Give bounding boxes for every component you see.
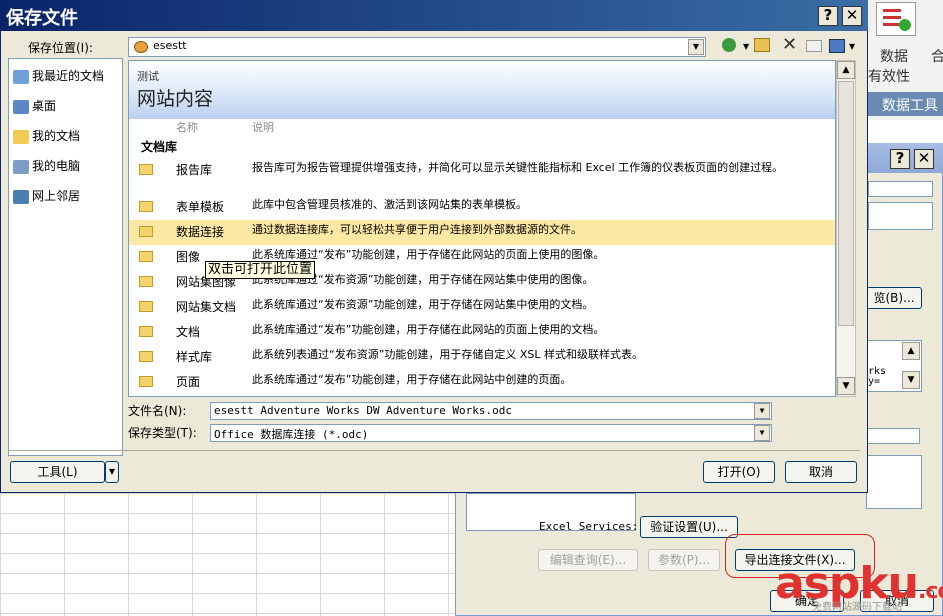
scroll-down-arrow-icon[interactable]: ▼ bbox=[902, 371, 920, 389]
place-network[interactable]: 网上邻居 bbox=[13, 185, 121, 207]
report-library-icon bbox=[139, 164, 153, 175]
open-button[interactable]: 打开(O) bbox=[703, 461, 775, 483]
folder-icon bbox=[139, 376, 153, 387]
close-icon[interactable]: ✕ bbox=[914, 149, 934, 169]
folder-icon bbox=[139, 276, 153, 287]
column-header-name[interactable]: 名称 bbox=[176, 119, 198, 135]
dialog-title: 保存文件 bbox=[6, 8, 78, 29]
place-my-documents[interactable]: 我的文档 bbox=[13, 125, 121, 147]
views-icon[interactable] bbox=[829, 39, 845, 53]
tools-button[interactable]: 工具(L) bbox=[10, 461, 105, 483]
edit-query-button[interactable]: 编辑查询(E)... bbox=[538, 549, 638, 571]
filetype-select[interactable]: Office 数据库连接 (*.odc) ▼ bbox=[210, 424, 772, 442]
site-icon bbox=[134, 41, 148, 53]
delete-icon[interactable]: ✕ bbox=[782, 34, 797, 55]
command-type-select[interactable] bbox=[866, 428, 920, 444]
new-folder-icon[interactable] bbox=[806, 40, 822, 52]
browse-button[interactable]: 览(B)... bbox=[866, 287, 922, 309]
list-item[interactable]: 报告库 报告库可为报告管理提供增强支持，并简化可以显示关键性能指标和 Excel… bbox=[129, 158, 835, 194]
my-documents-icon bbox=[13, 129, 29, 144]
tools-dropdown-icon[interactable]: ▼ bbox=[105, 461, 119, 483]
my-computer-icon bbox=[13, 159, 29, 174]
ribbon-group-data-tools: 数据工具 bbox=[868, 92, 943, 116]
list-item[interactable]: 页面 此系统库通过“发布”功能创建，用于存储在此网站中创建的页面。 bbox=[129, 370, 835, 395]
chevron-down-icon[interactable]: ▼ bbox=[688, 39, 704, 55]
command-text-field[interactable] bbox=[866, 455, 922, 509]
ribbon-validation-label[interactable]: 有效性 bbox=[868, 66, 910, 86]
recent-docs-icon bbox=[13, 69, 29, 84]
excel-services-label: Excel Services: bbox=[539, 520, 639, 533]
list-item[interactable]: 网站集文档 此系统库通过“发布资源”功能创建，用于存储在网站集中使用的文档。 bbox=[129, 295, 835, 320]
spreadsheet-grid[interactable] bbox=[0, 493, 520, 616]
close-icon[interactable]: ✕ bbox=[842, 6, 862, 26]
file-list-view[interactable]: 测试 网站内容 名称 说明 文档库 报告库 报告库可为报告管理提供增强支持，并简… bbox=[128, 60, 836, 397]
filename-input[interactable]: esestt Adventure Works DW Adventure Work… bbox=[210, 402, 772, 420]
list-item-selected[interactable]: 数据连接 通过数据连接库，可以轻松共享便于用户连接到外部数据源的文件。 bbox=[129, 220, 835, 245]
up-folder-icon[interactable] bbox=[754, 38, 770, 52]
filetype-value: Office 数据库连接 (*.odc) bbox=[214, 428, 369, 441]
filename-label: 文件名(N): bbox=[128, 404, 187, 418]
list-item[interactable]: 文档 此系统库通过“发布”功能创建，用于存储在此网站的页面上使用的文档。 bbox=[129, 320, 835, 345]
folder-icon bbox=[139, 301, 153, 312]
save-in-label: 保存位置(I): bbox=[28, 41, 93, 55]
place-my-computer[interactable]: 我的电脑 bbox=[13, 155, 121, 177]
places-bar: 我最近的文档 桌面 我的文档 我的电脑 网上邻居 bbox=[8, 58, 123, 456]
column-header-description[interactable]: 说明 bbox=[252, 119, 274, 135]
desktop-icon bbox=[13, 99, 29, 114]
tooltip: 双击可打开此位置 bbox=[205, 261, 316, 279]
group-header: 文档库 bbox=[141, 140, 178, 154]
scroll-up-arrow-icon[interactable]: ▲ bbox=[902, 342, 920, 360]
save-in-value: esestt bbox=[153, 39, 187, 52]
save-dialog-titlebar bbox=[0, 0, 868, 31]
help-icon[interactable]: ? bbox=[818, 6, 838, 26]
network-places-icon bbox=[13, 189, 29, 204]
cancel-button[interactable]: 取消 bbox=[785, 461, 857, 483]
scroll-up-arrow-icon[interactable]: ▲ bbox=[837, 61, 855, 79]
site-subtitle: 测试 bbox=[137, 70, 159, 83]
help-icon[interactable]: ? bbox=[890, 149, 910, 169]
divider bbox=[8, 450, 860, 451]
folder-icon bbox=[139, 201, 153, 212]
scrollbar-thumb[interactable] bbox=[838, 81, 854, 326]
connection-description-field[interactable] bbox=[868, 202, 933, 230]
folder-icon bbox=[139, 226, 153, 237]
views-dropdown-icon[interactable]: ▼ bbox=[849, 42, 855, 51]
place-desktop[interactable]: 桌面 bbox=[13, 95, 121, 117]
filename-value: esestt Adventure Works DW Adventure Work… bbox=[214, 404, 513, 417]
folder-icon bbox=[139, 251, 153, 262]
place-recent[interactable]: 我最近的文档 bbox=[13, 65, 121, 87]
scroll-down-arrow-icon[interactable]: ▼ bbox=[837, 377, 855, 395]
back-dropdown-icon[interactable]: ▼ bbox=[743, 42, 749, 51]
authentication-settings-button[interactable]: 验证设置(U)... bbox=[640, 516, 738, 538]
ribbon-data-label[interactable]: 数据 bbox=[880, 46, 908, 66]
site-banner bbox=[129, 61, 835, 119]
chevron-down-icon[interactable]: ▼ bbox=[754, 403, 770, 419]
folder-icon bbox=[139, 326, 153, 337]
site-title: 网站内容 bbox=[137, 88, 214, 110]
filetype-label: 保存类型(T): bbox=[128, 426, 197, 440]
back-icon[interactable] bbox=[722, 38, 736, 52]
list-item[interactable]: 表单模板 此库中包含管理员核准的、激活到该网站集的表单模板。 bbox=[129, 195, 835, 220]
list-item[interactable]: 样式库 此系统列表通过“发布资源”功能创建，用于存储自定义 XSL 样式和级联样… bbox=[129, 345, 835, 370]
parameters-button[interactable]: 参数(P)... bbox=[648, 549, 720, 571]
list-scrollbar[interactable]: ▲ ▼ bbox=[836, 60, 856, 397]
connection-string-snippet: y= bbox=[868, 376, 881, 387]
connection-name-field[interactable] bbox=[868, 181, 933, 197]
save-in-select[interactable]: esestt ▼ bbox=[128, 37, 706, 57]
watermark-slogan: 免费网站源码下载站 bbox=[812, 602, 902, 613]
ribbon-merge-label[interactable]: 合 bbox=[931, 46, 943, 66]
chevron-down-icon[interactable]: ▼ bbox=[754, 425, 770, 441]
folder-icon bbox=[139, 351, 153, 362]
data-validation-icon[interactable] bbox=[876, 2, 916, 36]
